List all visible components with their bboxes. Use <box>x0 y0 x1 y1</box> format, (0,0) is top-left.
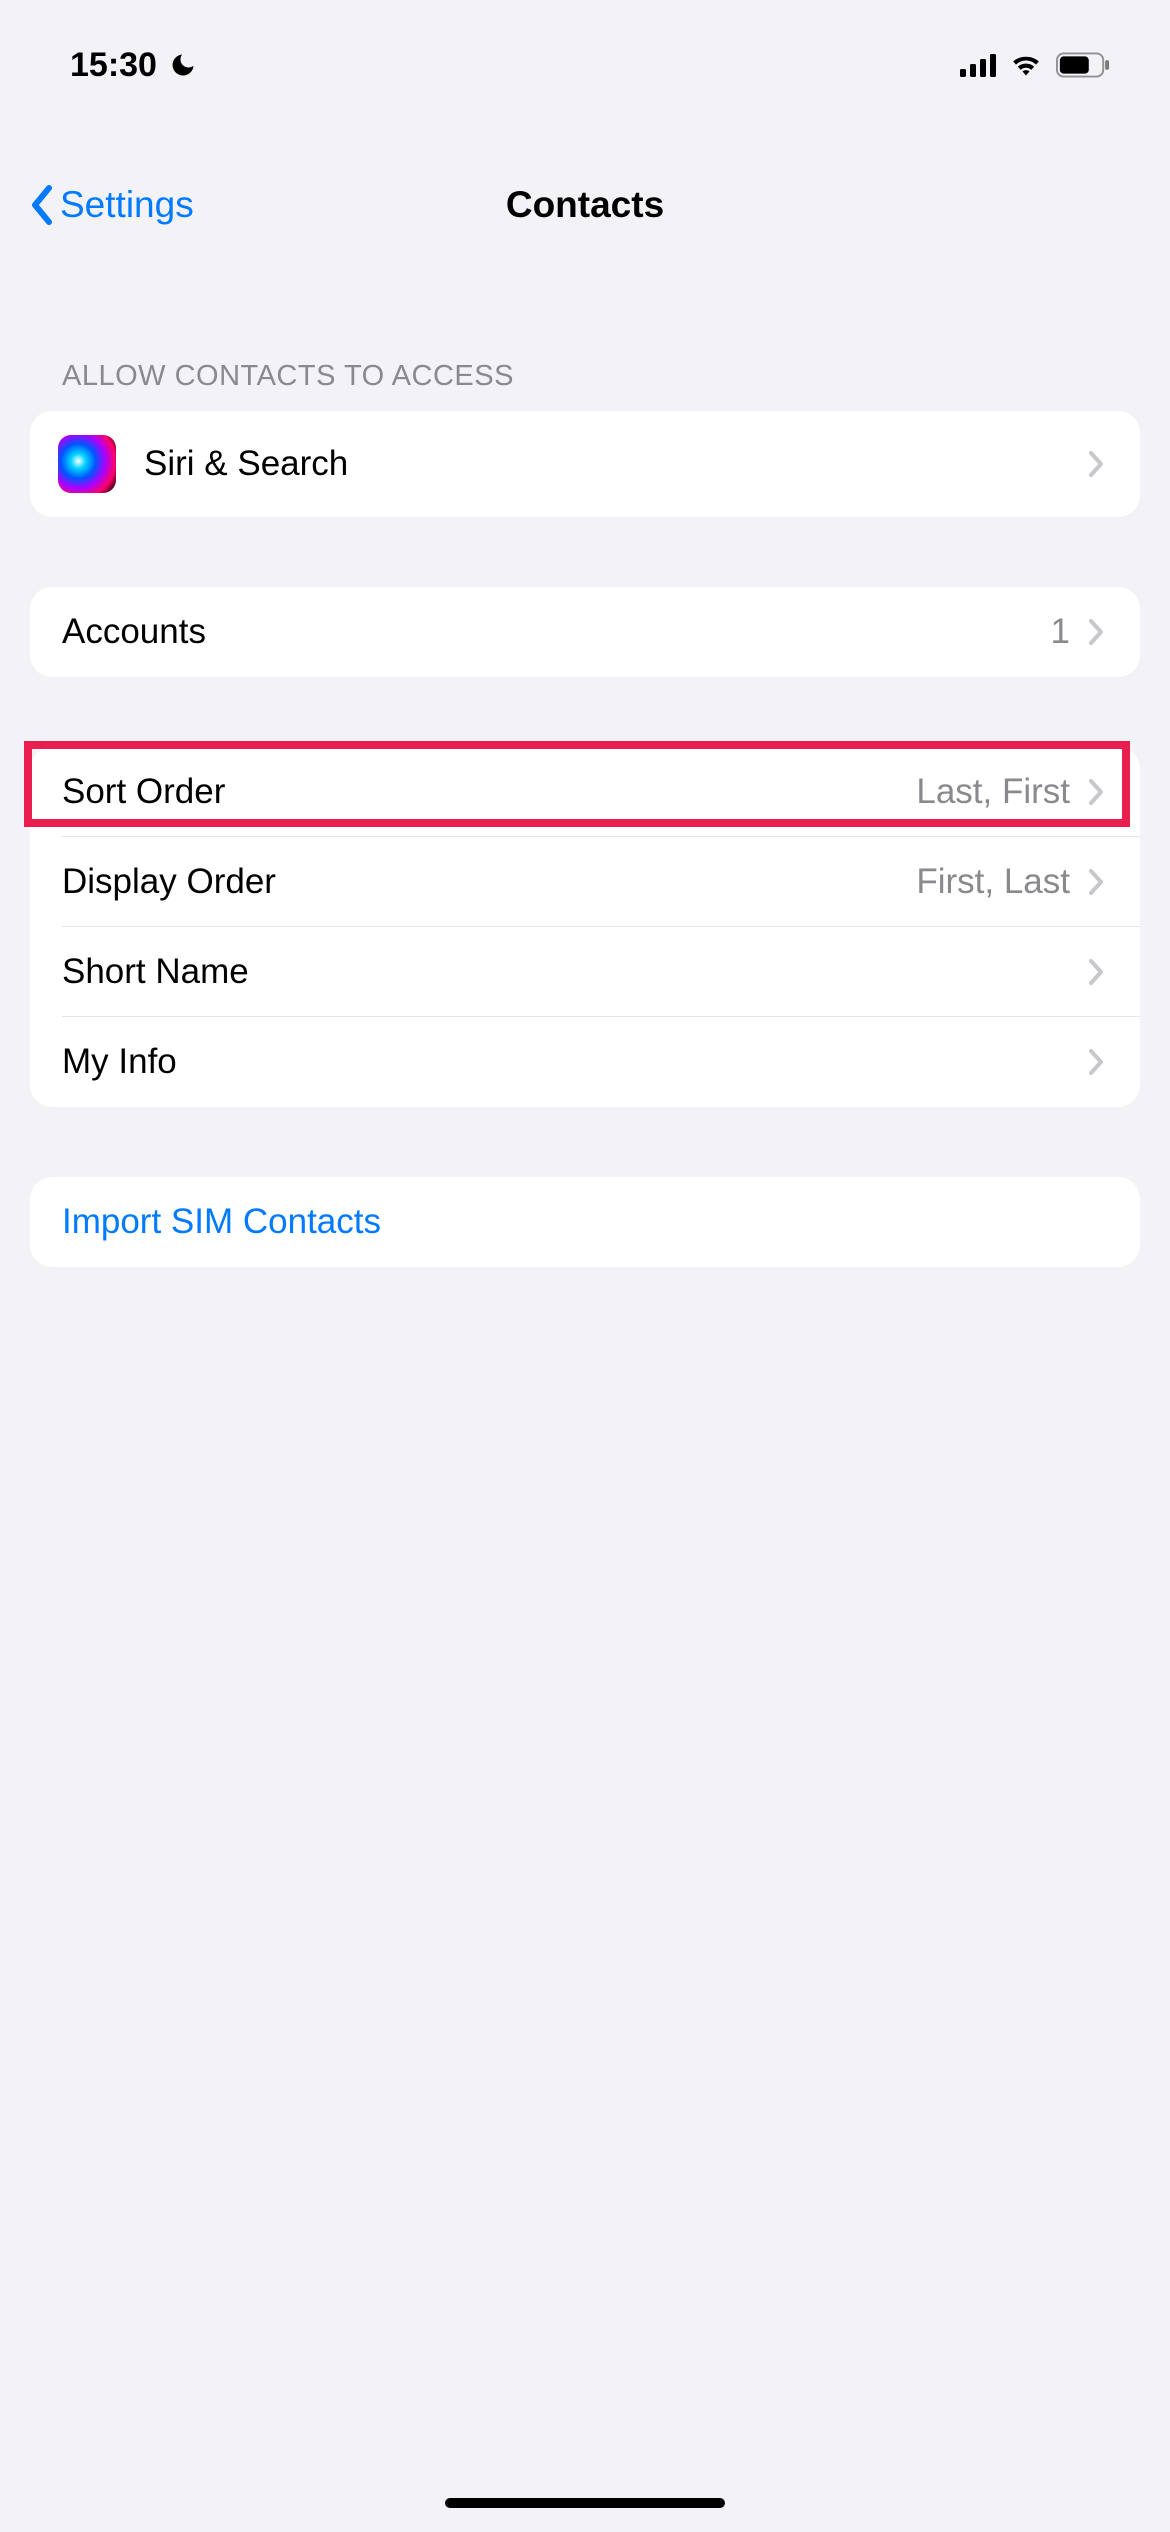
cell-accounts[interactable]: Accounts 1 <box>30 587 1140 677</box>
cell-short-name[interactable]: Short Name <box>30 927 1140 1017</box>
cell-group-accounts: Accounts 1 <box>30 587 1140 677</box>
chevron-right-icon <box>1088 868 1104 896</box>
cell-group-access: Siri & Search <box>30 411 1140 517</box>
battery-icon <box>1056 52 1110 78</box>
status-bar: 15:30 <box>0 0 1170 110</box>
status-time: 15:30 <box>70 46 157 85</box>
cell-display-order[interactable]: Display Order First, Last <box>30 837 1140 927</box>
back-label: Settings <box>60 184 194 226</box>
chevron-right-icon <box>1088 1048 1104 1076</box>
cell-sort-order[interactable]: Sort Order Last, First <box>30 747 1140 837</box>
do-not-disturb-icon <box>169 51 197 79</box>
cell-label-accounts: Accounts <box>62 612 1051 652</box>
cell-label-my-info: My Info <box>62 1042 1088 1082</box>
cell-value-accounts: 1 <box>1051 612 1070 652</box>
cell-value-display-order: First, Last <box>916 862 1070 902</box>
cell-label-short-name: Short Name <box>62 952 1088 992</box>
back-button[interactable]: Settings <box>30 184 194 226</box>
cell-label-siri: Siri & Search <box>144 444 1088 484</box>
status-left: 15:30 <box>70 46 197 85</box>
siri-icon <box>58 435 116 493</box>
chevron-right-icon <box>1088 778 1104 806</box>
cell-label-display-order: Display Order <box>62 862 916 902</box>
status-right <box>960 51 1110 79</box>
cell-label-import-sim: Import SIM Contacts <box>62 1202 1104 1242</box>
home-indicator <box>445 2498 725 2508</box>
cell-my-info[interactable]: My Info <box>30 1017 1140 1107</box>
chevron-right-icon <box>1088 958 1104 986</box>
cell-import-sim[interactable]: Import SIM Contacts <box>30 1177 1140 1267</box>
wifi-icon <box>1008 51 1044 79</box>
cell-group-display: Sort Order Last, First Display Order Fir… <box>30 747 1140 1107</box>
chevron-left-icon <box>30 185 54 225</box>
cell-label-sort-order: Sort Order <box>62 772 916 812</box>
chevron-right-icon <box>1088 450 1104 478</box>
cell-siri-search[interactable]: Siri & Search <box>30 411 1140 517</box>
navigation-bar: Settings Contacts <box>0 160 1170 250</box>
section-header-access: Allow Contacts to Access <box>0 360 1170 393</box>
cell-value-sort-order: Last, First <box>916 772 1070 812</box>
chevron-right-icon <box>1088 618 1104 646</box>
cell-group-import: Import SIM Contacts <box>30 1177 1140 1267</box>
page-title: Contacts <box>506 184 664 226</box>
cellular-signal-icon <box>960 51 996 79</box>
